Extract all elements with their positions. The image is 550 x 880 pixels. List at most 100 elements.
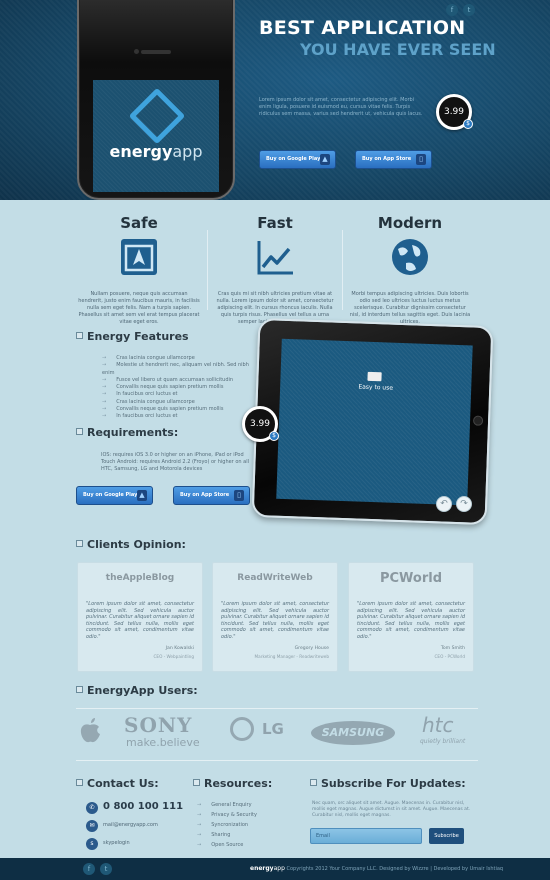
contact-phone: 0 800 100 111 — [103, 801, 184, 812]
shield-box-icon — [121, 239, 157, 275]
phone-speaker — [141, 50, 171, 54]
divider — [76, 760, 478, 761]
subscribe-text: Nec quam, orc aliquet sit amet. Augue. M… — [312, 801, 471, 818]
contact-skype[interactable]: skypelogin — [103, 840, 130, 846]
samsung-logo: SAMSUNG — [311, 721, 395, 745]
twitter-icon[interactable]: t — [100, 863, 112, 875]
lg-logo: LG — [262, 720, 284, 738]
facebook-icon[interactable]: f — [83, 863, 95, 875]
hero-subtitle: YOU HAVE EVER SEEN — [300, 40, 496, 59]
feature-fast: Fast Cras quis mi sit nibh ultricies pre… — [210, 214, 340, 326]
footer-bar: f t energyapp Copyrights 2012 Your Compa… — [0, 858, 550, 880]
phone-mockup: energyapp — [77, 0, 235, 200]
divider — [76, 708, 478, 709]
chart-up-icon — [257, 241, 293, 275]
hero-banner: f t energyapp BEST APPLICATION YOU HAVE … — [0, 0, 550, 200]
app-logo-icon — [128, 87, 186, 145]
client-logo: ReadWriteWeb — [237, 573, 313, 583]
sony-tagline: make.believe — [126, 736, 200, 749]
apple-logo-icon — [80, 718, 100, 743]
testimonial-name: Jan Kowalski — [165, 646, 194, 651]
google-play-button[interactable]: Buy on Google Play ▲ — [259, 150, 336, 169]
price-badge: 3.99 $ — [436, 94, 473, 130]
divider — [207, 230, 208, 310]
contact-email[interactable]: mail@energyapp.com — [103, 822, 158, 828]
mail-icon: ✉ — [86, 820, 98, 832]
resource-link[interactable]: Sharing — [197, 830, 257, 840]
list-item: Convallis neque quis sapien pretium moll… — [102, 406, 262, 413]
resource-link[interactable]: General Enquiry — [197, 800, 257, 810]
users-heading: EnergyApp Users: — [76, 684, 198, 697]
bullet-square-icon — [76, 540, 83, 547]
list-item: Cras lacinia congue ullamcorpe — [102, 399, 262, 406]
testimonial-card: ReadWriteWeb "Lorem ipsum dolor sit amet… — [212, 562, 338, 672]
list-item: In faucibus orci luctus et — [102, 413, 262, 420]
feature-title: Modern — [377, 214, 443, 232]
phone-icon: ▯ — [234, 490, 244, 501]
phone-screen: energyapp — [93, 80, 219, 192]
subscribe-button[interactable]: Subscribe — [429, 828, 464, 844]
feature-modern: Modern Morbi tempus adipiscing ultricies… — [345, 214, 475, 326]
phone-icon: ✆ — [86, 802, 98, 814]
email-input[interactable]: Email — [310, 828, 422, 844]
google-play-button-2[interactable]: Buy on Google Play ▲ — [76, 486, 153, 505]
prev-arrow-icon[interactable]: ↶ — [436, 496, 452, 512]
android-icon: ▲ — [137, 490, 147, 501]
list-item: In faucibus orci luctus et — [102, 391, 262, 398]
phone-camera — [134, 49, 139, 54]
bullet-square-icon — [76, 686, 83, 693]
bullet-square-icon — [193, 779, 200, 786]
price-badge-2: 3.99 $ — [242, 406, 279, 442]
testimonial-role: Marketing Manager - Readwriteweb — [254, 654, 329, 659]
requirements-heading: Requirements: — [76, 426, 178, 439]
list-item: Fusce vel libero ut quam accumsan sollic… — [102, 377, 262, 384]
globe-icon — [392, 239, 428, 275]
testimonial-name: Gregory House — [294, 646, 329, 651]
htc-tagline: quietly brilliant — [420, 738, 466, 745]
testimonial-quote: "Lorem ipsum dolor sit amet, consectetur… — [221, 601, 329, 640]
energy-features-list: Cras lacinia congue ullamcorpe Molestie … — [102, 355, 262, 421]
list-item: Cras lacinia congue ullamcorpe — [102, 355, 262, 362]
testimonial-role: CEO - PCWorld — [434, 654, 466, 659]
divider — [342, 230, 343, 310]
testimonial-quote: "Lorem ipsum dolor sit amet, consectetur… — [86, 601, 194, 640]
testimonial-card: theAppleBlog "Lorem ipsum dolor sit amet… — [77, 562, 203, 672]
testimonial-role: CEO - Webpaintling — [153, 654, 195, 659]
list-item: Convallis neque quis sapien pretium moll… — [102, 384, 262, 391]
bullet-square-icon — [310, 779, 317, 786]
video-play-icon[interactable] — [367, 371, 382, 382]
hero-description: Lorem ipsum dolor sit amet, consectetur … — [259, 97, 423, 117]
skype-icon: s — [86, 838, 98, 850]
app-store-button-2[interactable]: Buy on App Store ▯ — [173, 486, 250, 505]
resource-link[interactable]: Syncronization — [197, 820, 257, 830]
resources-heading: Resources: — [193, 777, 272, 790]
contact-heading: Contact Us: — [76, 777, 159, 790]
android-icon: ▲ — [320, 154, 330, 165]
tablet-screen: Easy to use — [276, 338, 473, 506]
feature-title: Safe — [120, 214, 158, 232]
footer-logo: energyapp — [250, 865, 285, 872]
bullet-square-icon — [76, 779, 83, 786]
testimonial-card: PCWorld "Lorem ipsum dolor sit amet, con… — [348, 562, 474, 672]
resource-link[interactable]: Privacy & Security — [197, 810, 257, 820]
resource-link[interactable]: Open Source — [197, 840, 257, 850]
phone-icon: ▯ — [416, 154, 426, 165]
next-arrow-icon[interactable]: ↷ — [456, 496, 472, 512]
twitter-icon[interactable]: t — [463, 4, 475, 16]
testimonial-name: Tom Smith — [440, 646, 465, 651]
energy-features-heading: Energy Features — [76, 330, 189, 343]
facebook-icon[interactable]: f — [446, 4, 458, 16]
clients-heading: Clients Opinion: — [76, 538, 186, 551]
tablet-mockup: Easy to use — [251, 317, 494, 526]
app-logo-text: energyapp — [109, 142, 203, 161]
testimonial-quote: "Lorem ipsum dolor sit amet, consectetur… — [357, 601, 465, 640]
dollar-icon: $ — [463, 119, 473, 129]
feature-title: Fast — [257, 214, 293, 232]
client-logo: PCWorld — [379, 571, 443, 586]
requirements-text: IOS: requires iOS 3.0 or higher on an iP… — [101, 452, 249, 472]
resources-list: General Enquiry Privacy & Security Syncr… — [197, 800, 257, 850]
hero-title: BEST APPLICATION — [259, 17, 466, 39]
app-store-button[interactable]: Buy on App Store ▯ — [355, 150, 432, 169]
feature-safe: Safe Nullam posuere, neque quis accumsan… — [74, 214, 204, 326]
htc-logo: htc — [422, 713, 454, 737]
